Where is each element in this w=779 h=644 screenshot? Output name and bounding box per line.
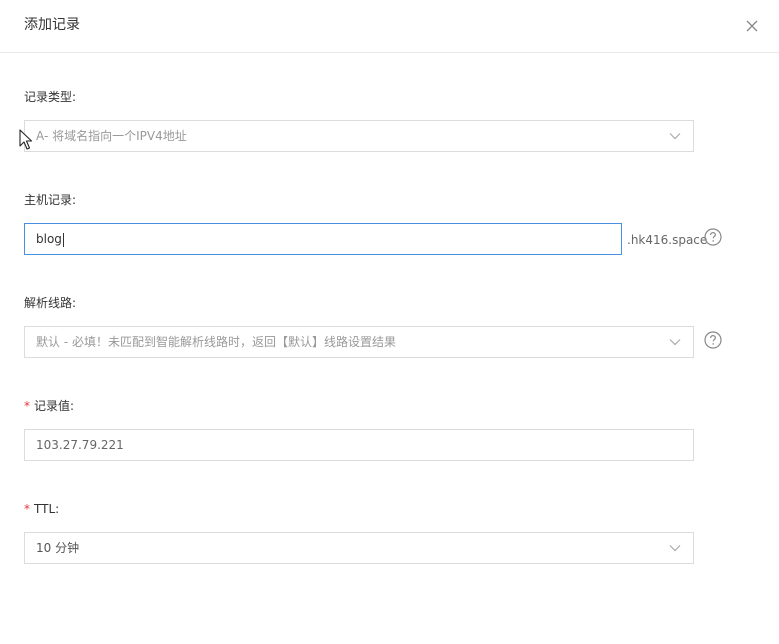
chevron-down-icon [669,543,681,553]
record-value-label-text: 记录值: [34,399,75,413]
required-mark: * [24,502,30,516]
line-value: 默认 - 必填！未匹配到智能解析线路时，返回【默认】线路设置结果 [36,335,396,349]
record-value-input[interactable]: 103.27.79.221 [24,429,694,461]
record-type-label: 记录类型: [24,90,77,104]
chevron-down-icon [669,337,681,347]
host-record-label: 主机记录: [24,193,77,207]
ttl-label-text: TTL: [34,502,60,516]
chevron-down-icon [669,131,681,141]
record-value-text: 103.27.79.221 [36,438,124,452]
close-icon[interactable] [744,18,760,34]
ttl-value: 10 分钟 [36,541,80,555]
help-icon[interactable] [704,228,722,246]
required-mark: * [24,399,30,413]
record-type-select[interactable]: A- 将域名指向一个IPV4地址 [24,120,694,152]
add-record-dialog: 添加记录 记录类型: A- 将域名指向一个IPV4地址 主机记录: blog .… [0,0,779,644]
line-label: 解析线路: [24,296,77,310]
text-caret [62,232,64,247]
dialog-title: 添加记录 [24,17,80,33]
line-select[interactable]: 默认 - 必填！未匹配到智能解析线路时，返回【默认】线路设置结果 [24,326,694,358]
ttl-label: * TTL: [24,501,59,517]
help-icon[interactable] [704,331,722,349]
ttl-select[interactable]: 10 分钟 [24,532,694,564]
host-record-input[interactable]: blog [24,223,622,255]
dialog-header: 添加记录 [0,0,779,53]
domain-suffix: .hk416.space [627,233,708,247]
host-record-value: blog [36,232,62,246]
record-type-value: A- 将域名指向一个IPV4地址 [36,129,187,143]
record-value-label: * 记录值: [24,398,74,414]
